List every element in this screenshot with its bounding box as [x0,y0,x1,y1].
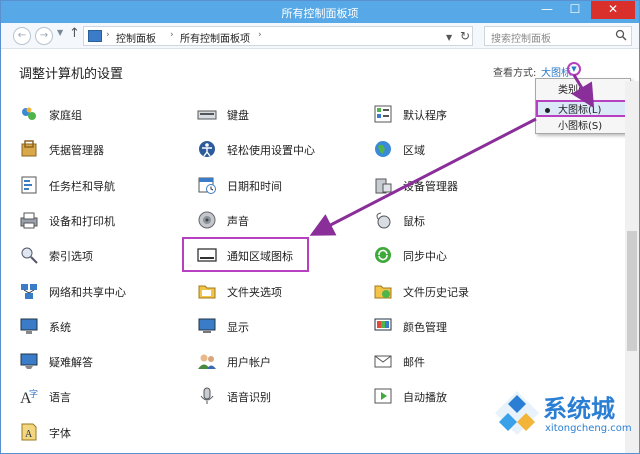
svg-text:A: A [25,429,33,440]
printer-icon [20,212,38,229]
color-management-icon [374,318,392,331]
homegroup-icon [22,107,36,120]
menu-item-category[interactable]: 类别(C) [536,82,630,99]
taskbar-icon [21,176,37,194]
watermark-site: xitongcheng.com [545,423,632,434]
annotation-highlight-box [182,237,309,272]
device-manager-icon [375,178,392,194]
view-by-label: 查看方式: [493,68,537,79]
search-icon[interactable] [615,29,627,41]
network-icon [21,284,37,299]
troubleshooting-icon [20,353,38,369]
search-placeholder: 搜索控制面板 [491,34,551,45]
mouse-icon [376,212,391,229]
credential-manager-icon [21,140,37,157]
brand-logo-icon [495,391,539,435]
mail-icon [374,355,392,368]
view-by-menu: 类别(C) 大图标(L) 小图标(S) [535,78,631,134]
date-time-icon [198,177,216,194]
control-panel-icon [88,30,102,42]
sound-icon [198,211,216,229]
region-icon [375,141,391,157]
back-button[interactable]: ← [13,27,31,45]
folder-options-icon [198,285,216,299]
system-icon [20,318,38,334]
refresh-icon[interactable]: ↻ [460,29,478,47]
keyboard-icon [197,110,217,120]
page-title: 调整计算机的设置 [19,67,124,82]
breadcrumb-separator-icon[interactable]: › [258,30,262,40]
scrollbar-thumb[interactable] [627,231,637,351]
display-icon [198,318,216,333]
microphone-icon [200,387,214,404]
ease-of-access-icon [199,141,215,157]
up-button[interactable]: ↑ [69,26,80,41]
watermark-brand: 系统城 [543,395,615,423]
search-input[interactable]: 搜索控制面板 [484,26,632,46]
file-history-icon [374,285,392,299]
control-panel-window: 所有控制面板项 — ☐ ✕ ← → ▼ ↑ › 控制面板 › 所有控制面板项 ›… [0,0,640,454]
forward-button[interactable]: → [35,27,53,45]
navigation-bar: ← → ▼ ↑ › 控制面板 › 所有控制面板项 › ▼ ↻ 搜索控制面板 [1,23,639,49]
language-icon: A字 [20,388,38,406]
maximize-button[interactable]: ☐ [561,1,589,19]
breadcrumb-all-items[interactable]: 所有控制面板项 [180,30,250,45]
default-programs-icon [374,105,392,123]
menu-item-large-icons[interactable]: 大图标(L) [536,100,630,117]
selected-bullet-icon [545,108,550,113]
watermark: 系统城 xitongcheng.com [489,385,639,453]
fonts-icon: A [21,423,37,441]
menu-item-label: 大图标(L) [558,105,602,116]
minimize-button[interactable]: — [533,1,561,19]
svg-text:字: 字 [29,388,38,400]
sync-center-icon [375,247,391,263]
title-bar: 所有控制面板项 — ☐ ✕ [1,1,639,23]
close-button[interactable]: ✕ [591,1,635,19]
breadcrumb-control-panel[interactable]: 控制面板 [116,30,156,45]
address-dropdown-icon[interactable]: ▼ [446,33,452,42]
user-accounts-icon [198,354,216,369]
breadcrumb-separator-icon[interactable]: › [106,30,110,40]
autoplay-icon [374,388,392,404]
breadcrumb-separator-icon[interactable]: › [170,30,174,40]
address-bar[interactable]: › 控制面板 › 所有控制面板项 › ▼ [83,26,473,46]
chevron-down-icon[interactable]: ▼ [567,62,581,76]
menu-item-small-icons[interactable]: 小图标(S) [536,118,630,135]
recent-locations-dropdown-icon[interactable]: ▼ [57,28,63,37]
indexing-icon [21,247,38,264]
